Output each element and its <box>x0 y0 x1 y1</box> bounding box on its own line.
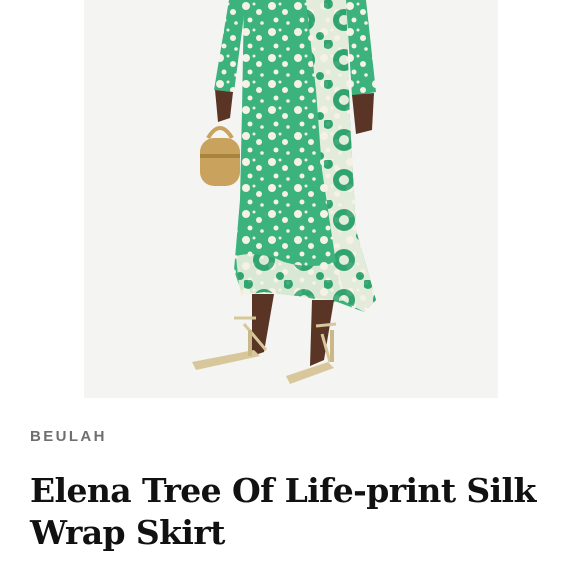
left-hand <box>215 90 233 122</box>
model-illustration <box>192 0 376 384</box>
left-sleeve <box>214 0 246 92</box>
right-sleeve <box>346 0 376 96</box>
right-hand <box>352 93 374 134</box>
right-sandal <box>286 362 334 384</box>
product-page: BEULAH Elena Tree Of Life-print Silk Wra… <box>0 0 580 580</box>
product-image[interactable] <box>84 0 498 398</box>
product-title[interactable]: Elena Tree Of Life-print Silk Wrap Skirt <box>30 470 550 554</box>
handbag <box>200 138 240 186</box>
brand-name[interactable]: BEULAH <box>30 428 107 445</box>
